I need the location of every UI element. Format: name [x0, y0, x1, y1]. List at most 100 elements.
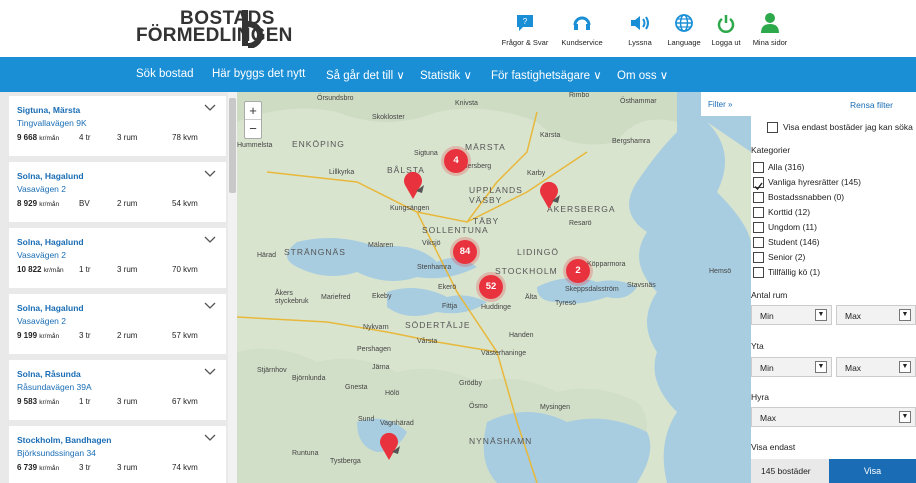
listing-rent: 9 668 kr/mån: [17, 133, 60, 142]
site-header: BOSTADS FÖRMEDLINGEN ? Frågor & Svar Kun…: [0, 0, 916, 57]
category-checkbox[interactable]: [753, 207, 764, 218]
power-icon: [717, 15, 735, 33]
listing-street: Vasavägen 2: [17, 316, 66, 326]
map-label: Stenhamra: [417, 264, 452, 271]
map-label: Åkers styckebruk: [275, 290, 309, 305]
listing-size: 54 kvm: [172, 199, 198, 208]
category-checkbox[interactable]: [753, 267, 764, 278]
rooms-min-select[interactable]: Min ▼: [751, 305, 832, 325]
categories-title: Kategorier: [751, 145, 791, 155]
listing-panel: Sigtuna, Märsta Tingvallavägen 9K 9 668 kr…: [0, 92, 237, 483]
listing-scrollbar[interactable]: [228, 92, 237, 483]
listing-street: Björksundssingan 34: [17, 448, 96, 458]
listing-area: Sigtuna, Märsta: [17, 105, 81, 115]
map-cluster[interactable]: 52: [479, 275, 503, 299]
map-label: Vagnhärad: [380, 420, 414, 427]
listing-card[interactable]: Solna, Hagalund Vasavägen 2 8 929 kr/mån BV…: [9, 162, 226, 222]
listing-size: 57 kvm: [172, 331, 198, 340]
map-cluster[interactable]: 2: [566, 259, 590, 283]
nav-search-housing[interactable]: Sök bostad: [136, 68, 194, 80]
listing-rooms: 2 rum: [117, 331, 138, 340]
chevron-down-icon[interactable]: [204, 170, 216, 178]
map-label: Karby: [527, 170, 546, 177]
customer-service-button[interactable]: Kundservice: [552, 10, 612, 47]
listing-card[interactable]: Solna, Råsunda Råsundavägen 39A 9 583 kr/m…: [9, 360, 226, 420]
category-checkbox[interactable]: [753, 237, 764, 248]
listing-rent: 6 739 kr/mån: [17, 463, 60, 472]
map-label: Bergshamra: [612, 138, 651, 145]
area-max-select[interactable]: Max ▼: [836, 357, 916, 377]
listing-size: 67 kvm: [172, 397, 198, 406]
chevron-down-icon: ▼: [899, 309, 911, 321]
map-label: Ekeby: [372, 293, 392, 300]
map-label: Tyresö: [555, 300, 577, 307]
only-eligible-checkbox[interactable]: [767, 122, 778, 133]
listing-area: Solna, Hagalund: [17, 237, 84, 247]
map-label: ENKÖPING: [292, 139, 345, 149]
clear-filter-link[interactable]: Rensa filter: [850, 100, 893, 110]
category-label: Bostadssnabben (0): [768, 192, 845, 202]
chevron-down-icon[interactable]: [204, 236, 216, 244]
help-label: Frågor & Svar: [501, 38, 549, 47]
category-label: Senior (2): [768, 252, 806, 262]
area-title: Yta: [751, 341, 764, 351]
listing-card[interactable]: Stockholm, Bandhagen Björksundssingan 34 6…: [9, 426, 226, 483]
listing-card[interactable]: Sigtuna, Märsta Tingvallavägen 9K 9 668 kr…: [9, 96, 226, 156]
category-checkbox[interactable]: [753, 192, 764, 203]
nav-statistics[interactable]: Statistik ∨: [420, 68, 472, 82]
map-label: Viksjö: [422, 240, 441, 247]
chevron-down-icon[interactable]: [204, 302, 216, 310]
category-label: Student (146): [768, 237, 820, 247]
my-pages-label: Mina sidor: [752, 38, 788, 47]
listing-rooms: 3 rum: [117, 463, 138, 472]
rent-max-select[interactable]: Max ▼: [751, 407, 916, 427]
listing-card[interactable]: Solna, Hagalund Vasavägen 2 10 822 kr/mån 1…: [9, 228, 226, 288]
map-pin-icon[interactable]: [402, 171, 424, 201]
nav-about-us[interactable]: Om oss ∨: [617, 68, 668, 82]
logo-b-icon: [242, 10, 263, 48]
map-pin-icon[interactable]: [378, 432, 400, 462]
category-checkbox[interactable]: [753, 162, 764, 173]
map-label: UPPLANDS VÄSBY: [469, 185, 523, 205]
listing-size: 74 kvm: [172, 463, 198, 472]
map-label: Skeppsdalsström: [565, 286, 619, 293]
listing-area: Solna, Hagalund: [17, 303, 84, 313]
map-label: Grödby: [459, 380, 482, 387]
chevron-down-icon[interactable]: [204, 104, 216, 112]
filter-toggle[interactable]: Filter »: [701, 92, 751, 116]
zoom-in-button[interactable]: +: [245, 102, 261, 120]
listing-card[interactable]: Solna, Hagalund Vasavägen 2 9 199 kr/mån 3 …: [9, 294, 226, 354]
category-label: Vanliga hyresrätter (145): [768, 177, 861, 187]
category-label: Ungdom (11): [768, 222, 817, 232]
map-label: Tystberga: [330, 458, 361, 465]
zoom-out-button[interactable]: −: [245, 120, 261, 138]
category-label: Alla (316): [768, 162, 805, 172]
bostadsformedlingen-logo[interactable]: BOSTADS FÖRMEDLINGEN: [136, 9, 292, 50]
rooms-max-select[interactable]: Max ▼: [836, 305, 916, 325]
map-label: SÖDERTÄLJE: [405, 320, 471, 330]
map-cluster[interactable]: 4: [444, 149, 468, 173]
chevron-down-icon[interactable]: [204, 434, 216, 442]
map-label: Köpparmora: [587, 261, 626, 268]
listing-rooms: 3 rum: [117, 133, 138, 142]
listing-floor: BV: [79, 199, 90, 208]
help-button[interactable]: ? Frågor & Svar: [495, 10, 555, 47]
map-cluster[interactable]: 84: [453, 240, 477, 264]
listing-street: Vasavägen 2: [17, 250, 66, 260]
nav-property-owners[interactable]: För fastighetsägare ∨: [491, 68, 602, 82]
chevron-down-icon[interactable]: [204, 368, 216, 376]
area-min-select[interactable]: Min ▼: [751, 357, 832, 377]
show-results-button[interactable]: Visa: [829, 459, 916, 483]
nav-how-it-works[interactable]: Så går det till ∨: [326, 68, 405, 82]
category-checkbox[interactable]: [753, 177, 764, 191]
map[interactable]: + − Örsundsbro Knivsta Rimbo Östhammar S…: [237, 92, 751, 483]
my-pages-button[interactable]: Mina sidor: [740, 10, 800, 47]
listing-area: Solna, Hagalund: [17, 171, 84, 181]
map-label: Hummelsta: [237, 142, 273, 149]
category-checkbox[interactable]: [753, 222, 764, 233]
rent-max-value: Max: [760, 413, 777, 423]
scroll-thumb[interactable]: [229, 98, 236, 193]
map-pin-icon[interactable]: [538, 181, 560, 211]
nav-new-construction[interactable]: Här byggs det nytt: [212, 68, 305, 80]
category-checkbox[interactable]: [753, 252, 764, 263]
